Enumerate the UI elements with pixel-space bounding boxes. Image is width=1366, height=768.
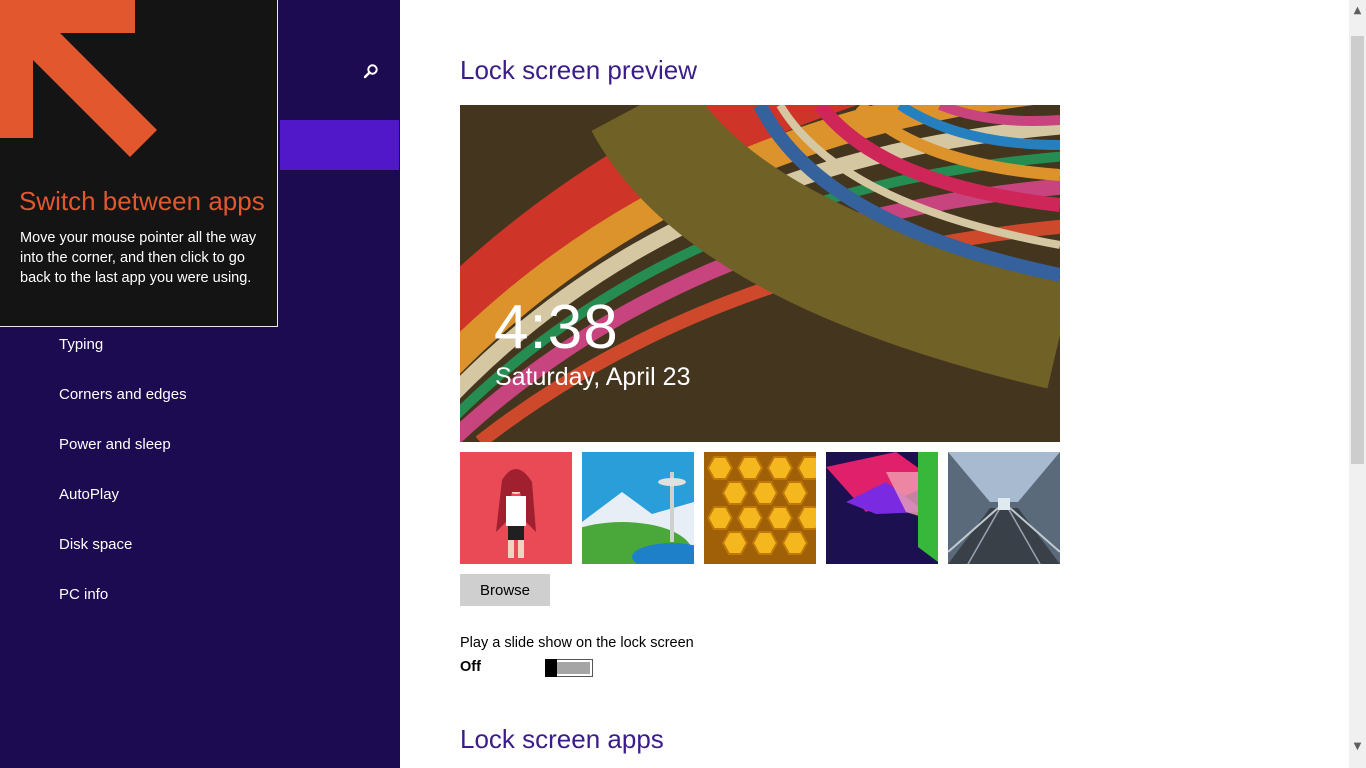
slideshow-toggle[interactable]	[545, 659, 593, 677]
sidebar-item-pc-info[interactable]: PC info	[59, 583, 108, 607]
browse-button[interactable]: Browse	[460, 574, 550, 606]
lock-screen-preview-heading: Lock screen preview	[460, 55, 697, 85]
sidebar-item-autoplay[interactable]: AutoPlay	[59, 483, 119, 507]
selected-nav-highlight[interactable]	[280, 120, 399, 170]
scroll-up-icon[interactable]: ▲	[1349, 2, 1366, 19]
sidebar-item-disk-space[interactable]: Disk space	[59, 533, 132, 557]
preview-date: Saturday, April 23	[495, 363, 691, 391]
lock-screen-preview: 4:38 Saturday, April 23	[460, 105, 1060, 442]
switch-apps-tip: Switch between apps Move your mouse poin…	[0, 0, 278, 327]
toggle-thumb[interactable]	[545, 659, 557, 677]
corner-arrow-icon	[0, 0, 157, 157]
lock-image-thumbnail-2[interactable]	[582, 452, 694, 564]
scroll-thumb[interactable]	[1351, 36, 1364, 464]
tip-body: Move your mouse pointer all the way into…	[20, 230, 257, 286]
sidebar-item-corners-and-edges[interactable]: Corners and edges	[59, 383, 187, 407]
sidebar-item-typing[interactable]: Typing	[59, 333, 103, 357]
lock-screen-apps-heading: Lock screen apps	[460, 724, 664, 754]
lock-image-thumbnail-5[interactable]	[948, 452, 1060, 564]
lock-image-thumbnail-3[interactable]	[704, 452, 816, 564]
scroll-down-icon[interactable]: ▼	[1349, 738, 1366, 755]
tip-title: Switch between apps	[19, 186, 265, 216]
slideshow-toggle-state: Off	[460, 659, 481, 675]
lock-image-thumbnail-1[interactable]	[460, 452, 572, 564]
lock-image-thumbnail-4[interactable]	[826, 452, 938, 564]
slideshow-label: Play a slide show on the lock screen	[460, 635, 694, 651]
vertical-scrollbar[interactable]: ▲ ▼	[1349, 0, 1366, 768]
sidebar-item-power-and-sleep[interactable]: Power and sleep	[59, 433, 171, 457]
preview-clock: 4:38	[494, 293, 619, 362]
search-icon[interactable]	[356, 56, 386, 86]
